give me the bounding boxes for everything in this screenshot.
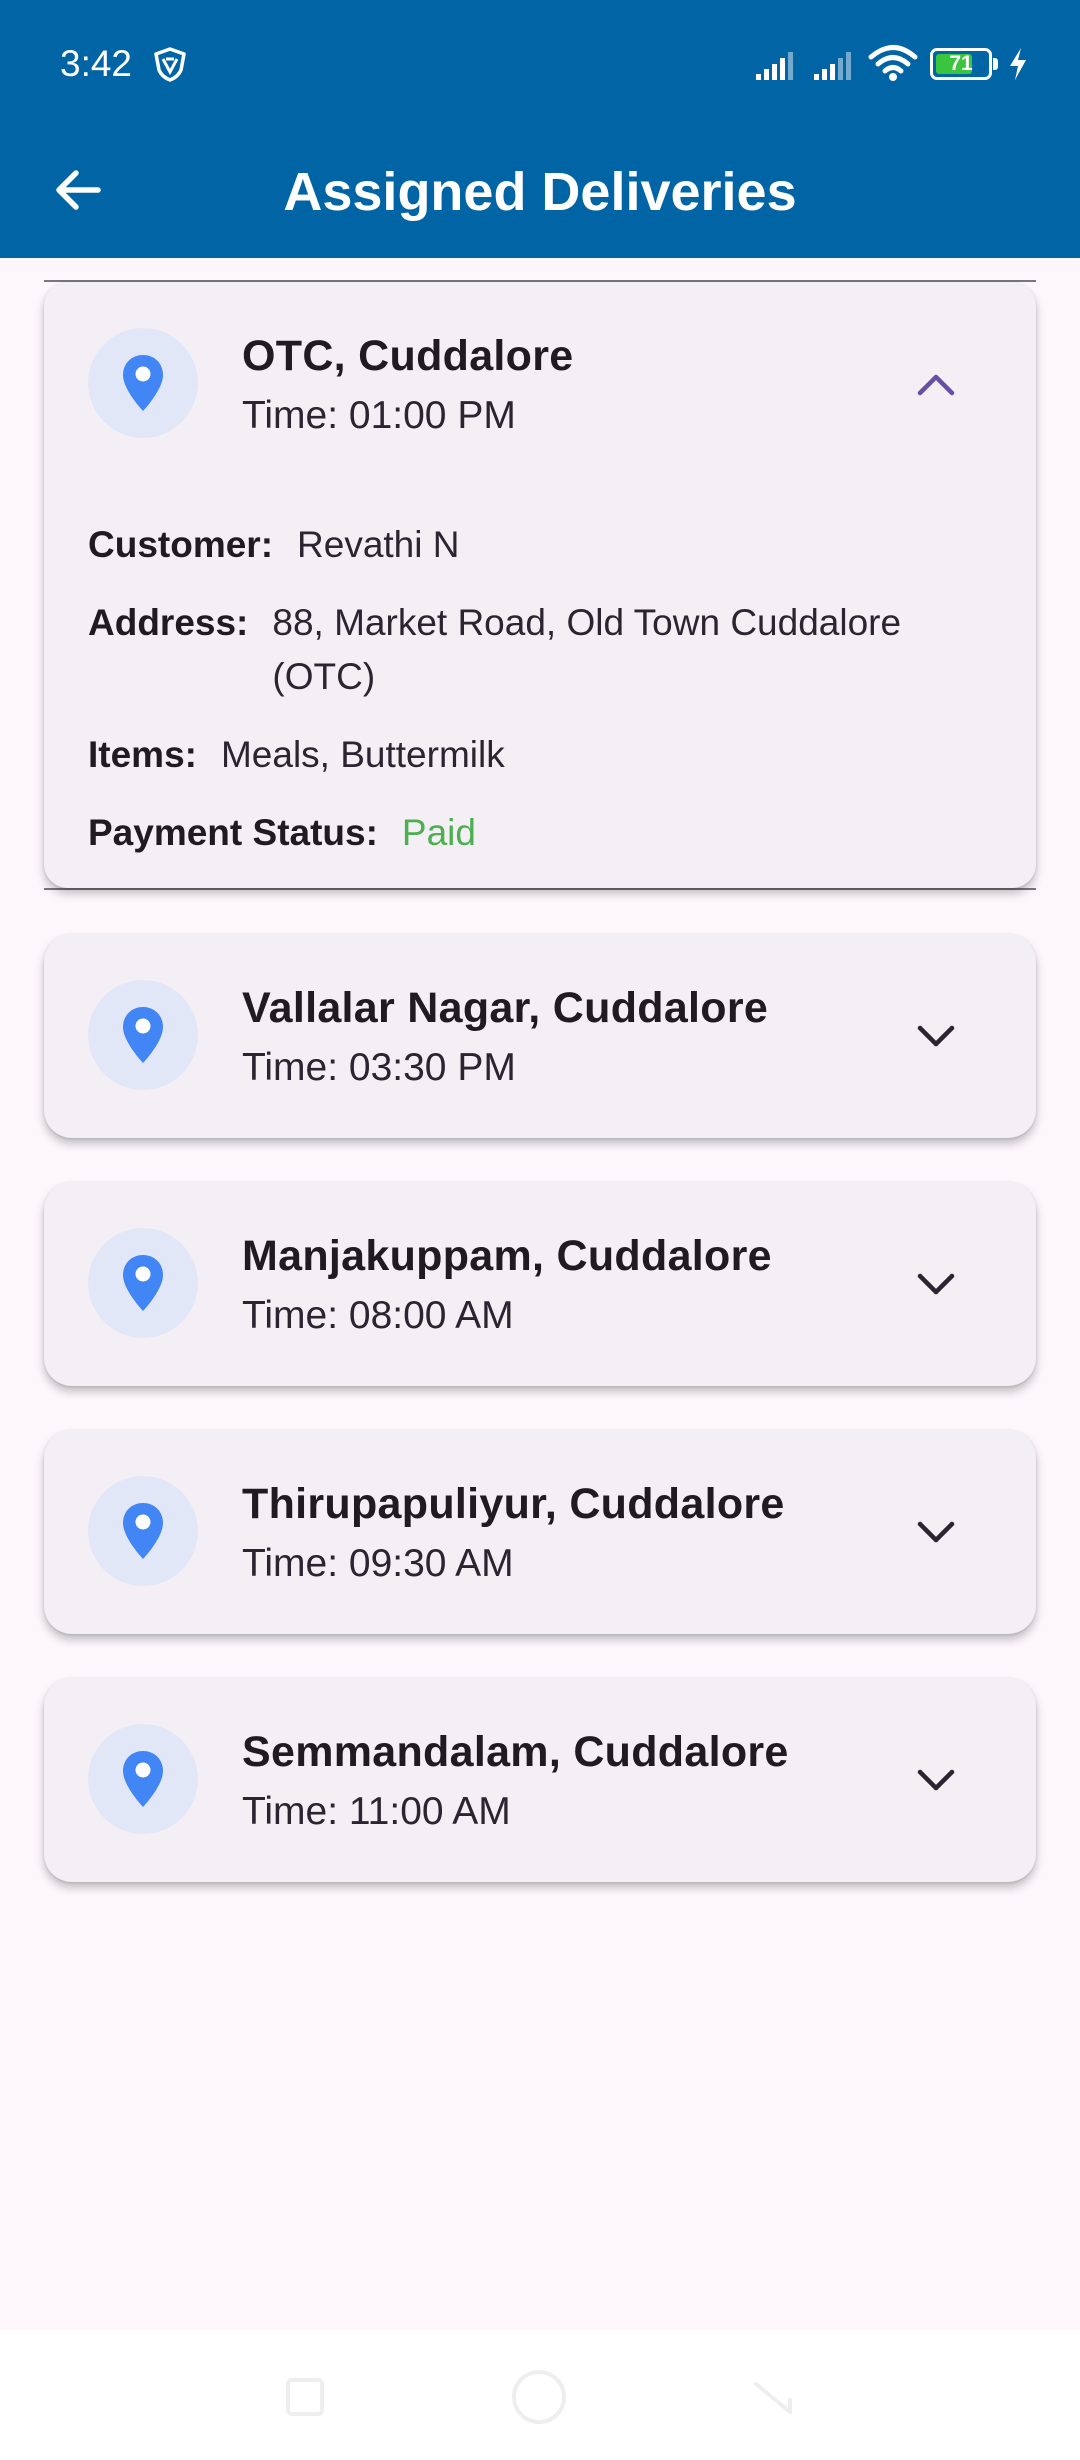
delivery-card: Semmandalam, Cuddalore Time: 11:00 AM [44, 1678, 1036, 1882]
status-bar: 3:42 71 [0, 0, 1080, 128]
items-row: Items: Meals, Buttermilk [88, 728, 505, 782]
items-value: Meals, Buttermilk [220, 734, 505, 775]
arrow-left-icon [56, 170, 101, 210]
delivery-time: Time: 08:00 AM [242, 1294, 514, 1337]
battery-cap [993, 58, 998, 70]
payment-status-value: Paid [401, 812, 476, 853]
signal-icon [756, 52, 793, 80]
vpn-shield-icon [154, 47, 186, 82]
location-pin-icon [123, 1255, 163, 1311]
address-value: 88, Market Road, Old Town Cuddalore (OTC… [272, 602, 902, 697]
delivery-location: Vallalar Nagar, Cuddalore [242, 984, 769, 1032]
delivery-card: Vallalar Nagar, Cuddalore Time: 03:30 PM [44, 934, 1036, 1138]
location-pin-badge [88, 1228, 198, 1338]
payment-row: Payment Status: Paid [88, 806, 476, 860]
page-title: Assigned Deliveries [283, 162, 797, 222]
chevron-down-icon[interactable] [914, 1510, 958, 1554]
location-pin-badge [88, 328, 198, 438]
battery-icon: 71 [930, 48, 1000, 80]
customer-row: Customer: Revathi N [88, 518, 459, 572]
signal-icon [814, 52, 851, 80]
delivery-location: Manjakuppam, Cuddalore [242, 1232, 772, 1280]
delivery-time: Time: 03:30 PM [242, 1046, 516, 1089]
payment-status-label: Payment Status: [88, 812, 378, 853]
back-button[interactable] [38, 150, 118, 230]
location-pin-icon [123, 1751, 163, 1807]
customer-value: Revathi N [297, 524, 460, 565]
delivery-card-header[interactable]: OTC, Cuddalore Time: 01:00 PM [44, 282, 1036, 486]
app-bar: 3:42 71 Assigned Deliveries [0, 0, 1080, 258]
delivery-time: Time: 09:30 AM [242, 1542, 514, 1585]
delivery-card-header[interactable]: Vallalar Nagar, Cuddalore Time: 03:30 PM [44, 934, 1036, 1138]
delivery-card: Manjakuppam, Cuddalore Time: 08:00 AM [44, 1182, 1036, 1386]
delivery-card-header[interactable]: Semmandalam, Cuddalore Time: 11:00 AM [44, 1678, 1036, 1882]
delivery-location: Semmandalam, Cuddalore [242, 1728, 789, 1776]
delivery-time: Time: 11:00 AM [242, 1790, 511, 1833]
location-pin-icon [123, 355, 163, 411]
status-time: 3:42 [60, 43, 133, 84]
delivery-location: OTC, Cuddalore [242, 332, 574, 380]
wifi-icon [868, 45, 918, 81]
chevron-down-icon[interactable] [914, 1758, 958, 1802]
chevron-down-icon[interactable] [914, 1014, 958, 1058]
location-pin-icon [123, 1007, 163, 1063]
delivery-card: OTC, Cuddalore Time: 01:00 PM Customer: … [44, 282, 1036, 888]
location-pin-badge [88, 1724, 198, 1834]
location-pin-badge [88, 980, 198, 1090]
delivery-location: Thirupapuliyur, Cuddalore [242, 1480, 785, 1528]
delivery-card-header[interactable]: Manjakuppam, Cuddalore Time: 08:00 AM [44, 1182, 1036, 1386]
location-pin-icon [123, 1503, 163, 1559]
nav-back-icon[interactable] [752, 2378, 794, 2416]
recent-apps-button[interactable] [286, 2378, 324, 2416]
items-label: Items: [88, 734, 197, 775]
address-row: Address: 88, Market Road, Old Town Cudda… [88, 596, 1008, 704]
system-nav-bar [0, 2330, 1080, 2460]
delivery-card: Thirupapuliyur, Cuddalore Time: 09:30 AM [44, 1430, 1036, 1634]
customer-label: Customer: [88, 524, 274, 565]
charging-bolt-icon [1010, 48, 1026, 80]
address-label: Address: [88, 602, 249, 643]
home-button[interactable] [512, 2370, 566, 2424]
chevron-up-icon[interactable] [914, 362, 958, 406]
delivery-time: Time: 01:00 PM [242, 394, 516, 437]
chevron-down-icon[interactable] [914, 1262, 958, 1306]
battery-level: 71 [949, 52, 973, 75]
delivery-card-header[interactable]: Thirupapuliyur, Cuddalore Time: 09:30 AM [44, 1430, 1036, 1634]
toolbar: Assigned Deliveries [0, 128, 1080, 258]
location-pin-badge [88, 1476, 198, 1586]
